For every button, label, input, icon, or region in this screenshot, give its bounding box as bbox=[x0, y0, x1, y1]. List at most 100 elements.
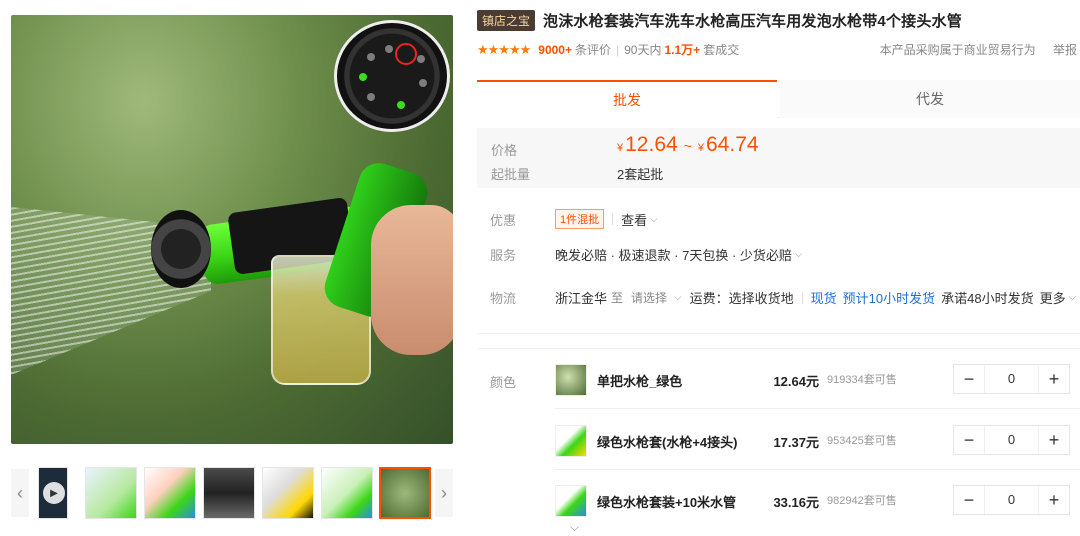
price-min: 12.64 bbox=[625, 133, 678, 156]
thumbnail-image[interactable] bbox=[321, 467, 373, 519]
section-divider bbox=[477, 333, 1080, 334]
report-link[interactable]: 举报 bbox=[1053, 43, 1077, 57]
decrease-button[interactable]: − bbox=[954, 365, 984, 393]
row-divider bbox=[555, 469, 1080, 470]
logistics-label: 物流 bbox=[490, 291, 517, 306]
chevron-left-icon: ‹ bbox=[17, 482, 23, 503]
spray-mode-dot bbox=[419, 79, 427, 87]
tab-wholesale[interactable]: 批发 bbox=[477, 80, 777, 118]
decrease-button[interactable]: − bbox=[954, 426, 984, 454]
sku-stock: 953425套可售 bbox=[827, 434, 897, 447]
sku-row: 单把水枪_绿色 12.64元 919334套可售 − 0 + bbox=[555, 358, 1075, 402]
thumbnail-image[interactable] bbox=[203, 467, 255, 519]
price-max: 64.74 bbox=[706, 133, 759, 156]
play-icon: ▶ bbox=[43, 482, 65, 504]
currency-symbol: ¥ bbox=[617, 142, 624, 154]
sku-thumbnail[interactable] bbox=[555, 364, 587, 396]
offers-row: 优惠 1件混批 查看 ⌵ bbox=[490, 209, 658, 229]
quantity-input[interactable]: 0 bbox=[984, 365, 1039, 393]
product-title-row: 镇店之宝 泡沫水枪套装汽车洗车水枪高压汽车用发泡水枪带4个接头水管 bbox=[477, 10, 962, 31]
ship-promise: 承诺48小时发货 bbox=[941, 291, 1034, 306]
spray-mode-dot bbox=[397, 101, 405, 109]
more-logistics-link[interactable]: 更多 bbox=[1040, 288, 1066, 307]
spray-mode-dot bbox=[367, 53, 375, 61]
sku-thumbnail[interactable] bbox=[555, 485, 587, 517]
thumbnail-image[interactable] bbox=[144, 467, 196, 519]
quantity-input[interactable]: 0 bbox=[984, 426, 1039, 454]
nozzle-graphic bbox=[151, 210, 211, 288]
meta-right-links: 本产品采购属于商业贸易行为 举报 bbox=[866, 41, 1077, 58]
thumbnail-image[interactable] bbox=[85, 467, 137, 519]
eta-label: 预计10小时发货 bbox=[842, 291, 936, 306]
increase-button[interactable]: + bbox=[1039, 365, 1069, 393]
chevron-down-icon: ⌵ bbox=[1068, 292, 1077, 303]
thumbnail-prev-button[interactable]: ‹ bbox=[11, 469, 29, 517]
tab-dropship[interactable]: 代发 bbox=[780, 80, 1080, 118]
moq-label: 起批量 bbox=[491, 167, 531, 182]
selection-ring-icon bbox=[395, 43, 417, 65]
freight-text: 运费：选择收货地 bbox=[689, 291, 794, 306]
currency-symbol: ¥ bbox=[697, 142, 704, 154]
price-range: ¥ 12.64 ~ ¥ 64.74 bbox=[617, 133, 759, 157]
in-stock-label: 现货 bbox=[810, 291, 837, 306]
service-label: 服务 bbox=[490, 248, 517, 263]
expand-more-skus-icon[interactable]: ⌵ bbox=[570, 520, 579, 535]
color-label: 颜色 bbox=[490, 375, 517, 390]
view-offers-link[interactable]: 查看 bbox=[621, 210, 647, 229]
sku-price: 12.64元 bbox=[773, 373, 819, 389]
nozzle-closeup-inset bbox=[334, 20, 450, 132]
divider bbox=[801, 291, 803, 304]
sku-name: 绿色水枪套装+10米水管 bbox=[597, 494, 737, 510]
thumbnail-image-active[interactable] bbox=[379, 467, 431, 519]
chevron-down-icon: ⌵ bbox=[674, 292, 682, 303]
sku-row: 绿色水枪套装+10米水管 33.16元 982942套可售 − 0 + bbox=[555, 479, 1075, 523]
sold-count: 1.1万+ bbox=[664, 43, 701, 57]
spray-mode-dot bbox=[367, 93, 375, 101]
review-count[interactable]: 9000+ bbox=[538, 43, 572, 57]
quantity-stepper: − 0 + bbox=[953, 485, 1070, 515]
thumbnail-next-button[interactable]: › bbox=[435, 469, 453, 517]
increase-button[interactable]: + bbox=[1039, 486, 1069, 514]
increase-button[interactable]: + bbox=[1039, 426, 1069, 454]
chevron-right-icon: › bbox=[441, 482, 447, 503]
sold-label: 套成交 bbox=[703, 43, 740, 57]
service-guarantees[interactable]: 晚发必赔 · 极速退款 · 7天包换 · 少货必赔 bbox=[555, 245, 792, 264]
sku-thumbnail[interactable] bbox=[555, 425, 587, 457]
service-row: 服务 晚发必赔 · 极速退款 · 7天包换 · 少货必赔 ⌵ bbox=[490, 245, 802, 264]
sku-stock: 919334套可售 bbox=[827, 373, 897, 386]
chevron-down-icon: ⌵ bbox=[794, 249, 803, 260]
ship-to-word: 至 bbox=[611, 291, 624, 305]
quantity-stepper: − 0 + bbox=[953, 425, 1070, 455]
rating-stars-icon: ★★★★★ bbox=[477, 41, 531, 57]
purchase-mode-tabs: 批发 代发 bbox=[477, 80, 1080, 118]
sold-period: 90天内 bbox=[624, 43, 662, 57]
chevron-down-icon: ⌵ bbox=[650, 213, 658, 225]
thumbnail-strip: ‹ ▶ › bbox=[11, 465, 453, 521]
ship-from: 浙江金华 bbox=[555, 291, 608, 306]
spray-mode-dot bbox=[359, 73, 367, 81]
offers-label: 优惠 bbox=[490, 212, 517, 228]
shop-treasure-badge: 镇店之宝 bbox=[477, 10, 536, 31]
sku-name: 单把水枪_绿色 bbox=[597, 373, 683, 389]
decrease-button[interactable]: − bbox=[954, 486, 984, 514]
price-range-tilde: ~ bbox=[683, 138, 692, 154]
row-divider bbox=[555, 408, 1080, 409]
quantity-stepper: − 0 + bbox=[953, 364, 1070, 394]
product-title: 泡沫水枪套装汽车洗车水枪高压汽车用发泡水枪带4个接头水管 bbox=[543, 13, 962, 30]
sku-stock: 982942套可售 bbox=[827, 494, 897, 507]
review-label: 条评价 bbox=[574, 43, 611, 57]
thumbnail-image[interactable] bbox=[262, 467, 314, 519]
sku-price: 33.16元 bbox=[773, 494, 819, 510]
moq-value: 2套起批 bbox=[617, 167, 664, 182]
hand-graphic bbox=[371, 205, 453, 355]
main-product-image[interactable] bbox=[11, 15, 453, 444]
divider bbox=[612, 213, 614, 225]
meta-separator: | bbox=[616, 42, 620, 57]
spray-mode-dot bbox=[417, 55, 425, 63]
thumbnail-video[interactable]: ▶ bbox=[38, 467, 68, 519]
sku-price: 17.37元 bbox=[773, 434, 819, 450]
quantity-input[interactable]: 0 bbox=[984, 486, 1039, 514]
logistics-row: 物流 浙江金华 至 请选择 ⌵ 运费：选择收货地 现货 预计10小时发货 承诺4… bbox=[490, 288, 1076, 307]
sku-name: 绿色水枪套(水枪+4接头) bbox=[597, 434, 738, 450]
destination-select[interactable]: 请选择 bbox=[631, 289, 667, 306]
